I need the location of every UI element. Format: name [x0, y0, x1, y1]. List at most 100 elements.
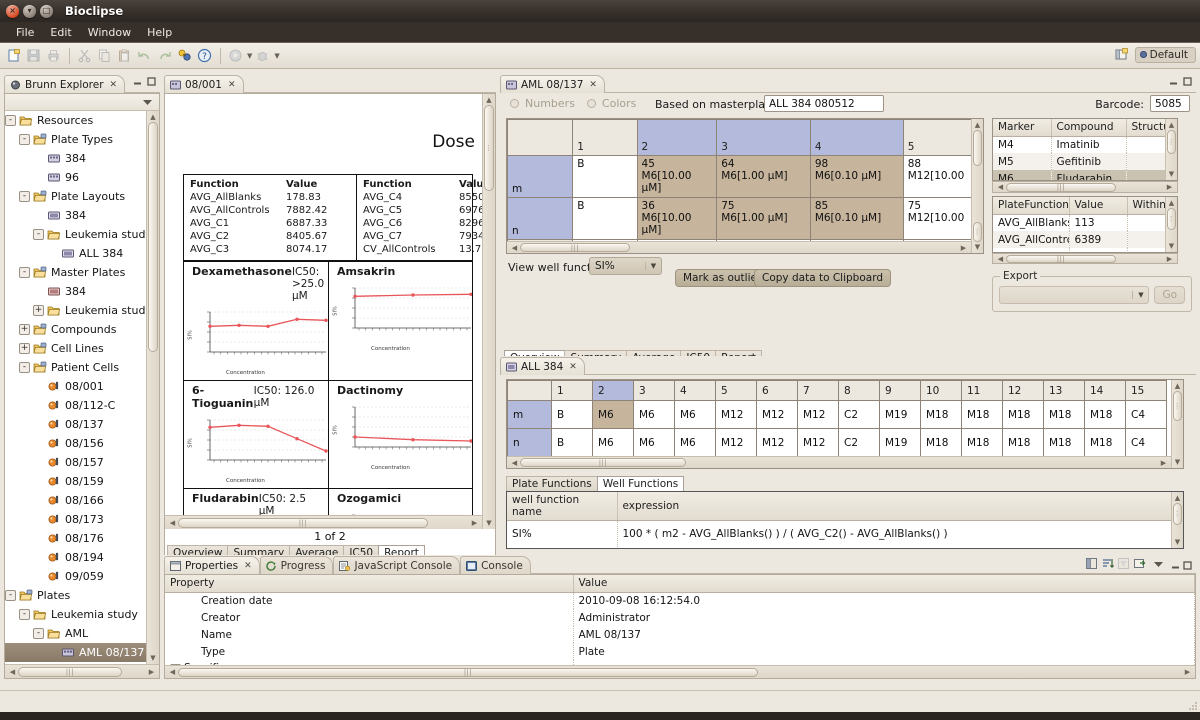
marker-vscroll[interactable]: ▲ ⋮ ▼: [1165, 119, 1177, 180]
view-menu-icon[interactable]: [142, 98, 153, 107]
barcode-field[interactable]: 5085: [1150, 95, 1190, 112]
wellfn-header-name[interactable]: well function name: [507, 492, 618, 521]
layout-hscroll[interactable]: ◀ ||| ▶: [507, 456, 1171, 468]
tree-item-leukemia-study[interactable]: - Leukemia study: [5, 225, 159, 244]
column-header-11[interactable]: 11: [961, 380, 1003, 401]
tree-expander[interactable]: -: [33, 628, 44, 639]
column-header-1[interactable]: 1: [551, 380, 593, 401]
column-header-4[interactable]: 4: [674, 380, 716, 401]
resource-tree[interactable]: - Resources - Plate Types 384 96- Plate Layout…: [5, 111, 159, 664]
layout-cell[interactable]: M18: [1084, 428, 1126, 457]
well-cell[interactable]: 75 M6[1.00 µM]: [716, 197, 811, 240]
wellfn-row[interactable]: SI% 100 * ( m2 - AVG_AllBlanks() ) / ( AV…: [507, 520, 1183, 547]
scroll-thumb-h[interactable]: |||: [520, 458, 686, 467]
scroll-thumb[interactable]: ⋮: [1173, 391, 1182, 421]
layout-cell[interactable]: M18: [1002, 428, 1044, 457]
tab-brunn-explorer[interactable]: Brunn Explorer ✕: [4, 75, 126, 93]
tree-expander[interactable]: -: [19, 191, 30, 202]
layout-cell[interactable]: M12: [756, 428, 798, 457]
print-icon[interactable]: [44, 46, 63, 65]
layout-cell[interactable]: M6: [592, 400, 634, 429]
platefunction-header[interactable]: Value: [1069, 197, 1128, 215]
column-header-5[interactable]: 5: [715, 380, 757, 401]
scroll-right-arrow[interactable]: ▶: [146, 668, 157, 676]
scroll-up-arrow[interactable]: ▲: [148, 113, 159, 121]
layout-cell[interactable]: M12: [797, 428, 839, 457]
run-icon[interactable]: [226, 46, 245, 65]
scroll-left-arrow[interactable]: ◀: [167, 668, 178, 676]
filter-icon[interactable]: [1117, 557, 1130, 573]
menu-help[interactable]: Help: [139, 24, 180, 41]
cut-icon[interactable]: [75, 46, 94, 65]
paste-icon[interactable]: [115, 46, 134, 65]
help-icon[interactable]: ?: [195, 46, 214, 65]
scroll-thumb-h[interactable]: |||: [1006, 182, 1116, 192]
maximize-icon[interactable]: [147, 77, 156, 86]
scroll-down-arrow[interactable]: ▼: [1172, 538, 1183, 546]
scroll-down-arrow[interactable]: ▼: [1166, 242, 1177, 250]
masterplate-field[interactable]: ALL 384 080512: [764, 95, 884, 112]
scroll-thumb[interactable]: [973, 130, 982, 166]
tab-properties[interactable]: Properties ✕: [164, 556, 260, 574]
tree-expander[interactable]: +: [33, 305, 44, 316]
plate-grid-hscroll[interactable]: ◀ ||| ▶: [507, 241, 971, 253]
tree-item-384[interactable]: 384: [5, 206, 159, 225]
plate-grid-vscroll[interactable]: ▲ ⋮ ▼: [971, 119, 983, 253]
perspective-default-button[interactable]: Default: [1134, 46, 1196, 63]
tree-item-08-156[interactable]: 08/156: [5, 434, 159, 453]
scroll-left-arrow[interactable]: ◀: [7, 668, 18, 676]
scroll-up-arrow[interactable]: ▲: [1172, 382, 1183, 390]
scroll-right-arrow[interactable]: ▶: [1158, 459, 1169, 467]
menu-window[interactable]: Window: [80, 24, 139, 41]
marker-row[interactable]: M4 Imatinib: [993, 136, 1177, 153]
scroll-thumb-h[interactable]: |||: [18, 666, 122, 677]
pin-icon[interactable]: [1133, 557, 1146, 573]
platefunction-table[interactable]: PlateFunction Value Within AVG_AllBlanks 113…: [993, 197, 1177, 252]
scroll-up-arrow[interactable]: ▲: [1166, 121, 1177, 129]
layout-cell[interactable]: M18: [920, 400, 962, 429]
scroll-down-arrow[interactable]: ▼: [972, 243, 983, 251]
scroll-left-arrow[interactable]: ◀: [995, 183, 1006, 191]
numbers-radio[interactable]: [510, 99, 519, 108]
scroll-down-arrow[interactable]: ▼: [484, 519, 495, 527]
bottom-tab-plate functions[interactable]: Plate Functions: [506, 476, 598, 491]
scroll-down-arrow[interactable]: ▼: [1172, 458, 1183, 466]
scroll-thumb[interactable]: ⋮: [1173, 503, 1182, 525]
scroll-down-arrow[interactable]: ▼: [148, 654, 159, 662]
layout-cell[interactable]: M18: [1002, 400, 1044, 429]
sort-icon[interactable]: [1101, 557, 1115, 573]
resize-grip[interactable]: [1189, 701, 1198, 710]
layout-cell[interactable]: C4: [1125, 400, 1167, 429]
column-header-10[interactable]: 10: [920, 380, 962, 401]
new-icon[interactable]: [4, 46, 23, 65]
scroll-thumb[interactable]: ⋮: [1167, 208, 1176, 230]
undo-icon[interactable]: [135, 46, 154, 65]
tree-item-96[interactable]: 96: [5, 168, 159, 187]
well-cell[interactable]: 64 M6[1.00 µM]: [716, 155, 811, 198]
tree-item-leukemia-study[interactable]: + Leukemia study: [5, 301, 159, 320]
properties-row[interactable]: Name AML 08/137: [165, 626, 1195, 643]
tree-vertical-scrollbar[interactable]: ▲ ▼: [146, 111, 159, 664]
row-header-n[interactable]: n: [507, 428, 552, 457]
layout-cell[interactable]: B: [551, 400, 593, 429]
layout-cell[interactable]: M12: [715, 428, 757, 457]
tree-expander[interactable]: -: [5, 590, 16, 601]
bioclipse-icon[interactable]: [175, 46, 194, 65]
view-menu-icon[interactable]: [1153, 559, 1164, 572]
report-vertical-scrollbar[interactable]: ▲ ⋮ ▼: [482, 94, 495, 529]
pfn-hscroll[interactable]: ◀ ||| ▶: [992, 253, 1178, 264]
plate-grid[interactable]: 1 2 3 4 5 m B 45 M6[10.00 µM] 64 M6[1.00 µM] 98 M6[0…: [507, 119, 983, 252]
scroll-thumb-2[interactable]: ⋮: [973, 222, 982, 242]
marker-table[interactable]: Marker Compound Structu M4 Imatinib M5 Gefitin…: [993, 119, 1177, 180]
properties-table[interactable]: Property Value Creation date 2010-09-08 16:…: [165, 575, 1195, 677]
column-header-8[interactable]: 8: [838, 380, 880, 401]
window-minimize-button[interactable]: ▾: [23, 4, 36, 18]
well-function-combo[interactable]: SI% ▼: [589, 257, 662, 275]
column-header-15[interactable]: 15: [1125, 380, 1167, 401]
well-cell[interactable]: B: [572, 197, 638, 240]
close-icon[interactable]: ✕: [228, 80, 236, 90]
platefunction-row[interactable]: AVG_AllBlanks 113: [993, 214, 1177, 231]
tab-progress[interactable]: Progress: [259, 556, 334, 574]
layout-cell[interactable]: M6: [592, 428, 634, 457]
report-horizontal-scrollbar[interactable]: ◀ ||| ▶: [165, 515, 482, 529]
